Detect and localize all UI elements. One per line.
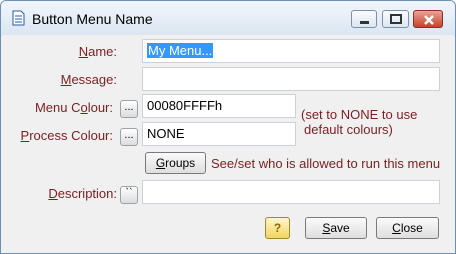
colour-note-line1: (set to NONE to use — [301, 107, 418, 122]
help-icon: ? — [273, 221, 282, 235]
description-label: Description: — [48, 186, 117, 201]
name-field-value: My Menu... — [147, 43, 214, 58]
message-field[interactable] — [142, 67, 440, 91]
save-button[interactable]: Save — [305, 217, 367, 239]
groups-note: See/set who is allowed to run this menu — [211, 156, 441, 171]
dialog-window: Button Menu Name Name: My Menu... Messag… — [0, 0, 456, 254]
minimize-button[interactable] — [351, 10, 377, 28]
maximize-button[interactable] — [382, 10, 409, 28]
document-icon — [12, 10, 25, 26]
dialog-content: Name: My Menu... Message: Menu Colour: .… — [2, 35, 454, 253]
description-field[interactable] — [142, 180, 440, 204]
process-colour-picker-button[interactable]: ... — [120, 128, 138, 146]
process-colour-field[interactable]: NONE — [142, 122, 296, 146]
groups-button[interactable]: Groups — [145, 152, 206, 174]
process-colour-label: Process Colour: — [20, 128, 113, 143]
maximize-icon — [390, 14, 402, 24]
description-editor-button[interactable]: `` — [120, 186, 138, 204]
colour-note-line2: default colours) — [304, 122, 393, 137]
message-label: Message: — [60, 72, 117, 87]
name-field[interactable]: My Menu... — [142, 39, 440, 63]
menu-colour-label: Menu Colour: — [34, 100, 113, 115]
menu-colour-picker-button[interactable]: ... — [120, 100, 138, 118]
close-window-button[interactable] — [413, 10, 443, 28]
name-label: Name: — [78, 44, 117, 59]
close-icon — [424, 15, 434, 25]
close-button[interactable]: Close — [376, 217, 439, 239]
help-button[interactable]: ? — [265, 217, 290, 239]
window-title: Button Menu Name — [32, 11, 153, 27]
menu-colour-field[interactable]: 00080FFFFh — [142, 94, 296, 118]
minimize-icon — [360, 21, 369, 24]
title-bar[interactable]: Button Menu Name — [1, 1, 455, 36]
